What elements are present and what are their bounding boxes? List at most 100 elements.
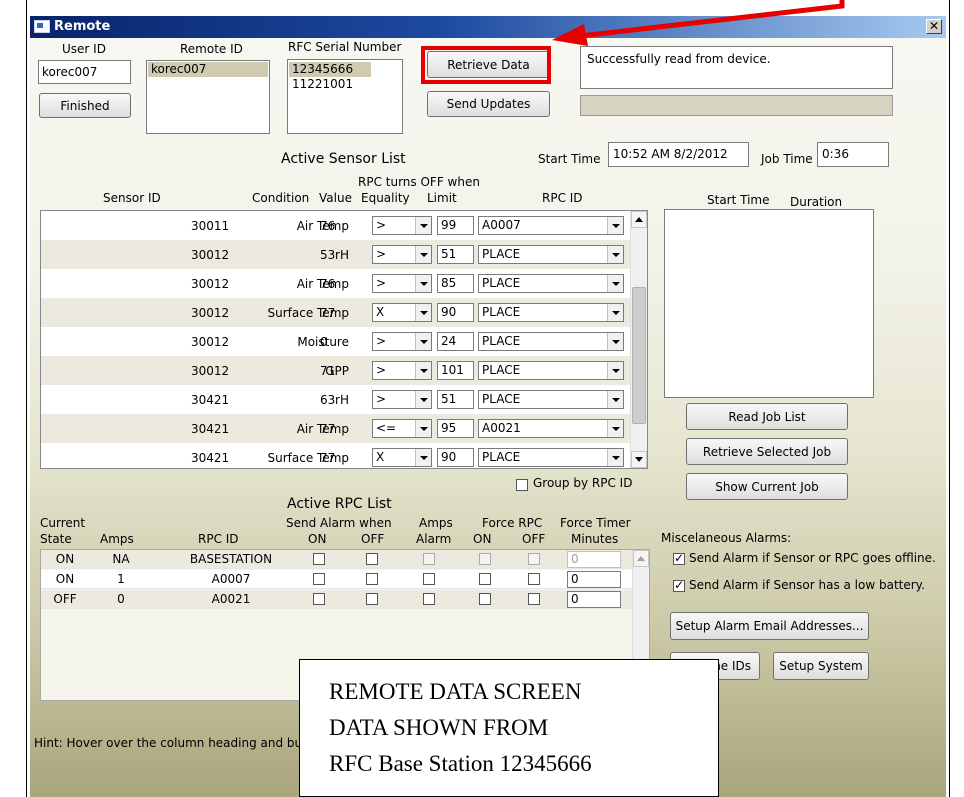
sensor-scrollbar[interactable] <box>630 211 647 468</box>
battery-alarm-checkbox[interactable] <box>673 578 685 592</box>
start-time-field[interactable]: 10:52 AM 8/2/2012 <box>608 142 749 167</box>
remote-id-item[interactable]: korec007 <box>148 62 268 77</box>
limit-input[interactable]: 90 <box>437 448 474 467</box>
chevron-down-icon[interactable] <box>415 449 431 466</box>
force-timer-input[interactable]: 0 <box>567 591 621 608</box>
equality-dropdown[interactable]: > <box>372 274 432 293</box>
chevron-down-icon[interactable] <box>415 420 431 437</box>
rpc-checkbox[interactable] <box>366 553 378 565</box>
rpc-checkbox[interactable] <box>423 553 435 565</box>
rpc-id-dropdown[interactable]: PLACE <box>478 448 624 467</box>
sensor-row[interactable]: 30421 rH 63 >51 PLACE <box>41 385 631 414</box>
rpc-checkbox[interactable] <box>528 573 540 585</box>
chevron-down-icon[interactable] <box>415 246 431 263</box>
send-updates-button[interactable]: Send Updates <box>427 91 550 117</box>
chevron-down-icon[interactable] <box>607 391 623 408</box>
sensor-row[interactable]: 30012 rH 53 >51 PLACE <box>41 240 631 269</box>
chevron-down-icon[interactable] <box>415 391 431 408</box>
chevron-down-icon[interactable] <box>415 362 431 379</box>
chevron-down-icon[interactable] <box>415 217 431 234</box>
rpc-checkbox[interactable] <box>528 553 540 565</box>
limit-input[interactable]: 24 <box>437 332 474 351</box>
sensor-row[interactable]: 30012 Surface Temp 77 X 90 PLACE <box>41 298 631 327</box>
rpc-checkbox[interactable] <box>423 593 435 605</box>
rpc-id-dropdown[interactable]: A0021 <box>478 419 624 438</box>
sensor-row[interactable]: 30421 Air Temp 77 <= 95 A0021 <box>41 414 631 443</box>
retrieve-selected-job-button[interactable]: Retrieve Selected Job <box>686 438 848 465</box>
job-list[interactable] <box>664 209 874 398</box>
rpc-checkbox[interactable] <box>423 573 435 585</box>
remote-id-list[interactable]: korec007 <box>146 60 270 134</box>
job-time-field[interactable]: 0:36 <box>817 142 889 167</box>
chevron-down-icon[interactable] <box>607 217 623 234</box>
rpc-id-dropdown[interactable]: PLACE <box>478 390 624 409</box>
limit-input[interactable]: 99 <box>437 216 474 235</box>
scroll-up-button[interactable] <box>631 211 647 228</box>
offline-alarm-checkbox[interactable] <box>673 551 685 565</box>
rpc-checkbox[interactable] <box>366 593 378 605</box>
force-timer-input[interactable]: 0 <box>567 571 621 588</box>
user-id-field[interactable]: korec007 <box>38 60 131 84</box>
finished-button[interactable]: Finished <box>39 93 131 118</box>
rpc-id-dropdown[interactable]: PLACE <box>478 332 624 351</box>
setup-system-button[interactable]: Setup System <box>773 652 869 680</box>
chevron-down-icon[interactable] <box>415 304 431 321</box>
equality-dropdown[interactable]: > <box>372 216 432 235</box>
setup-email-button[interactable]: Setup Alarm Email Addresses... <box>670 612 869 640</box>
limit-input[interactable]: 51 <box>437 245 474 264</box>
sensor-row[interactable]: 30012 GPP 71 >101 PLACE <box>41 356 631 385</box>
equality-dropdown[interactable]: X <box>372 303 432 322</box>
rpc-checkbox[interactable] <box>313 593 325 605</box>
rpc-checkbox[interactable] <box>528 593 540 605</box>
rpc-checkbox[interactable] <box>313 553 325 565</box>
rfc-serial-item[interactable]: 12345666 <box>289 62 371 77</box>
scroll-down-button[interactable] <box>631 451 647 468</box>
equality-dropdown[interactable]: <= <box>372 419 432 438</box>
rfc-serial-item[interactable]: 11221001 <box>289 77 371 92</box>
equality-dropdown[interactable]: > <box>372 332 432 351</box>
sensor-row[interactable]: 30421 Surface Temp 77 X 90 PLACE <box>41 443 631 468</box>
rpc-checkbox[interactable] <box>479 573 491 585</box>
equality-dropdown[interactable]: X <box>372 448 432 467</box>
chevron-down-icon[interactable] <box>607 420 623 437</box>
rpc-row[interactable]: ON NA BASESTATION 0 <box>41 550 633 569</box>
chevron-down-icon[interactable] <box>607 333 623 350</box>
sensor-row[interactable]: 30012 Air Temp 76 >85 PLACE <box>41 269 631 298</box>
equality-dropdown[interactable]: > <box>372 390 432 409</box>
read-job-list-button[interactable]: Read Job List <box>686 403 848 430</box>
chevron-down-icon[interactable] <box>415 333 431 350</box>
chevron-down-icon[interactable] <box>607 246 623 263</box>
rpc-id-dropdown[interactable]: A0007 <box>478 216 624 235</box>
limit-input[interactable]: 95 <box>437 419 474 438</box>
limit-input[interactable]: 85 <box>437 274 474 293</box>
equality-dropdown[interactable]: > <box>372 245 432 264</box>
rpc-row[interactable]: ON 1 A0007 0 <box>41 570 633 589</box>
rpc-id-dropdown[interactable]: PLACE <box>478 361 624 380</box>
equality-dropdown[interactable]: > <box>372 361 432 380</box>
rpc-id-dropdown[interactable]: PLACE <box>478 303 624 322</box>
rpc-checkbox[interactable] <box>313 573 325 585</box>
rpc-id-dropdown[interactable]: PLACE <box>478 274 624 293</box>
sensor-row[interactable]: 30012 Moisture 0 >24 PLACE <box>41 327 631 356</box>
chevron-down-icon[interactable] <box>415 275 431 292</box>
chevron-down-icon[interactable] <box>607 362 623 379</box>
rpc-id-dropdown[interactable]: PLACE <box>478 245 624 264</box>
show-current-job-button[interactable]: Show Current Job <box>686 473 848 500</box>
sensor-row[interactable]: 30011 Air Temp 76 >99 A0007 <box>41 211 631 240</box>
rpc-scroll-up-button[interactable] <box>633 550 649 567</box>
chevron-down-icon[interactable] <box>607 275 623 292</box>
rpc-checkbox[interactable] <box>366 573 378 585</box>
rfc-serial-list[interactable]: 12345666 11221001 <box>287 59 403 134</box>
limit-input[interactable]: 101 <box>437 361 474 380</box>
close-button[interactable]: ✕ <box>926 19 942 34</box>
chevron-down-icon[interactable] <box>607 304 623 321</box>
rpc-checkbox[interactable] <box>479 553 491 565</box>
rpc-checkbox[interactable] <box>479 593 491 605</box>
chevron-down-icon[interactable] <box>607 449 623 466</box>
limit-input[interactable]: 51 <box>437 390 474 409</box>
rpc-row[interactable]: OFF 0 A0021 0 <box>41 590 633 609</box>
scroll-thumb[interactable] <box>632 287 646 424</box>
group-by-rpc-checkbox[interactable] <box>516 479 528 491</box>
limit-input[interactable]: 90 <box>437 303 474 322</box>
force-timer-input[interactable]: 0 <box>567 551 621 568</box>
